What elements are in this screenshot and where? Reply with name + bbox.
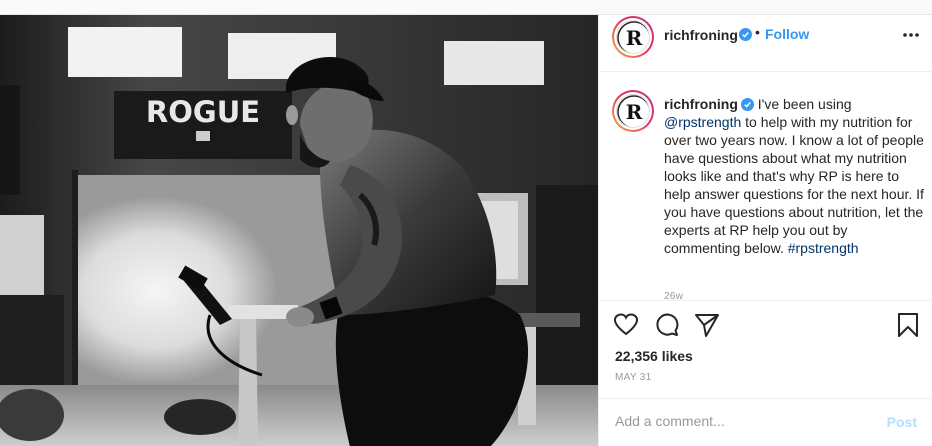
more-options-icon[interactable] (901, 28, 921, 42)
caption-time-ago[interactable]: 26w (664, 291, 683, 300)
caption-author-avatar[interactable]: R (612, 90, 654, 132)
separator-dot: • (755, 24, 760, 40)
share-icon[interactable] (694, 312, 720, 338)
svg-text:R: R (626, 26, 643, 50)
mention-link[interactable]: @rpstrength (664, 114, 741, 130)
svg-text:R: R (626, 100, 643, 124)
rogue-sign-text: ROGUE (146, 95, 260, 129)
likes-count[interactable]: 22,356 likes (615, 348, 693, 364)
comment-icon[interactable] (654, 312, 680, 338)
author-username[interactable]: richfroning (664, 27, 738, 43)
follow-button[interactable]: Follow (765, 26, 809, 42)
caption-username[interactable]: richfroning (664, 96, 738, 112)
caption-text-intro: I've been using (757, 96, 852, 112)
caption-area: R richfroning I've been using @rpstrengt… (599, 72, 932, 300)
post-comment-button[interactable]: Post (887, 414, 917, 430)
caption-text-body: to help with my nutrition for over two y… (664, 114, 924, 256)
verified-badge-icon (739, 28, 752, 41)
verified-badge-icon (740, 98, 754, 111)
caption-text: richfroning I've been using @rpstrength … (664, 95, 926, 257)
post-details-panel: R richfroning • Follow R richfroning I'v… (598, 15, 932, 446)
action-bar (599, 300, 932, 350)
comment-input[interactable] (615, 413, 875, 429)
post-photo[interactable]: ROGUE (0, 15, 598, 446)
instagram-post: ROGUE R richfroning • Follow R richfroni… (0, 14, 932, 446)
heart-icon[interactable] (613, 312, 639, 338)
author-avatar[interactable]: R (612, 16, 654, 58)
hashtag-link[interactable]: #rpstrength (788, 240, 859, 256)
comment-box: Post (599, 398, 932, 446)
bookmark-icon[interactable] (895, 312, 921, 338)
post-date[interactable]: MAY 31 (615, 372, 651, 383)
post-header: R richfroning • Follow (599, 15, 932, 72)
